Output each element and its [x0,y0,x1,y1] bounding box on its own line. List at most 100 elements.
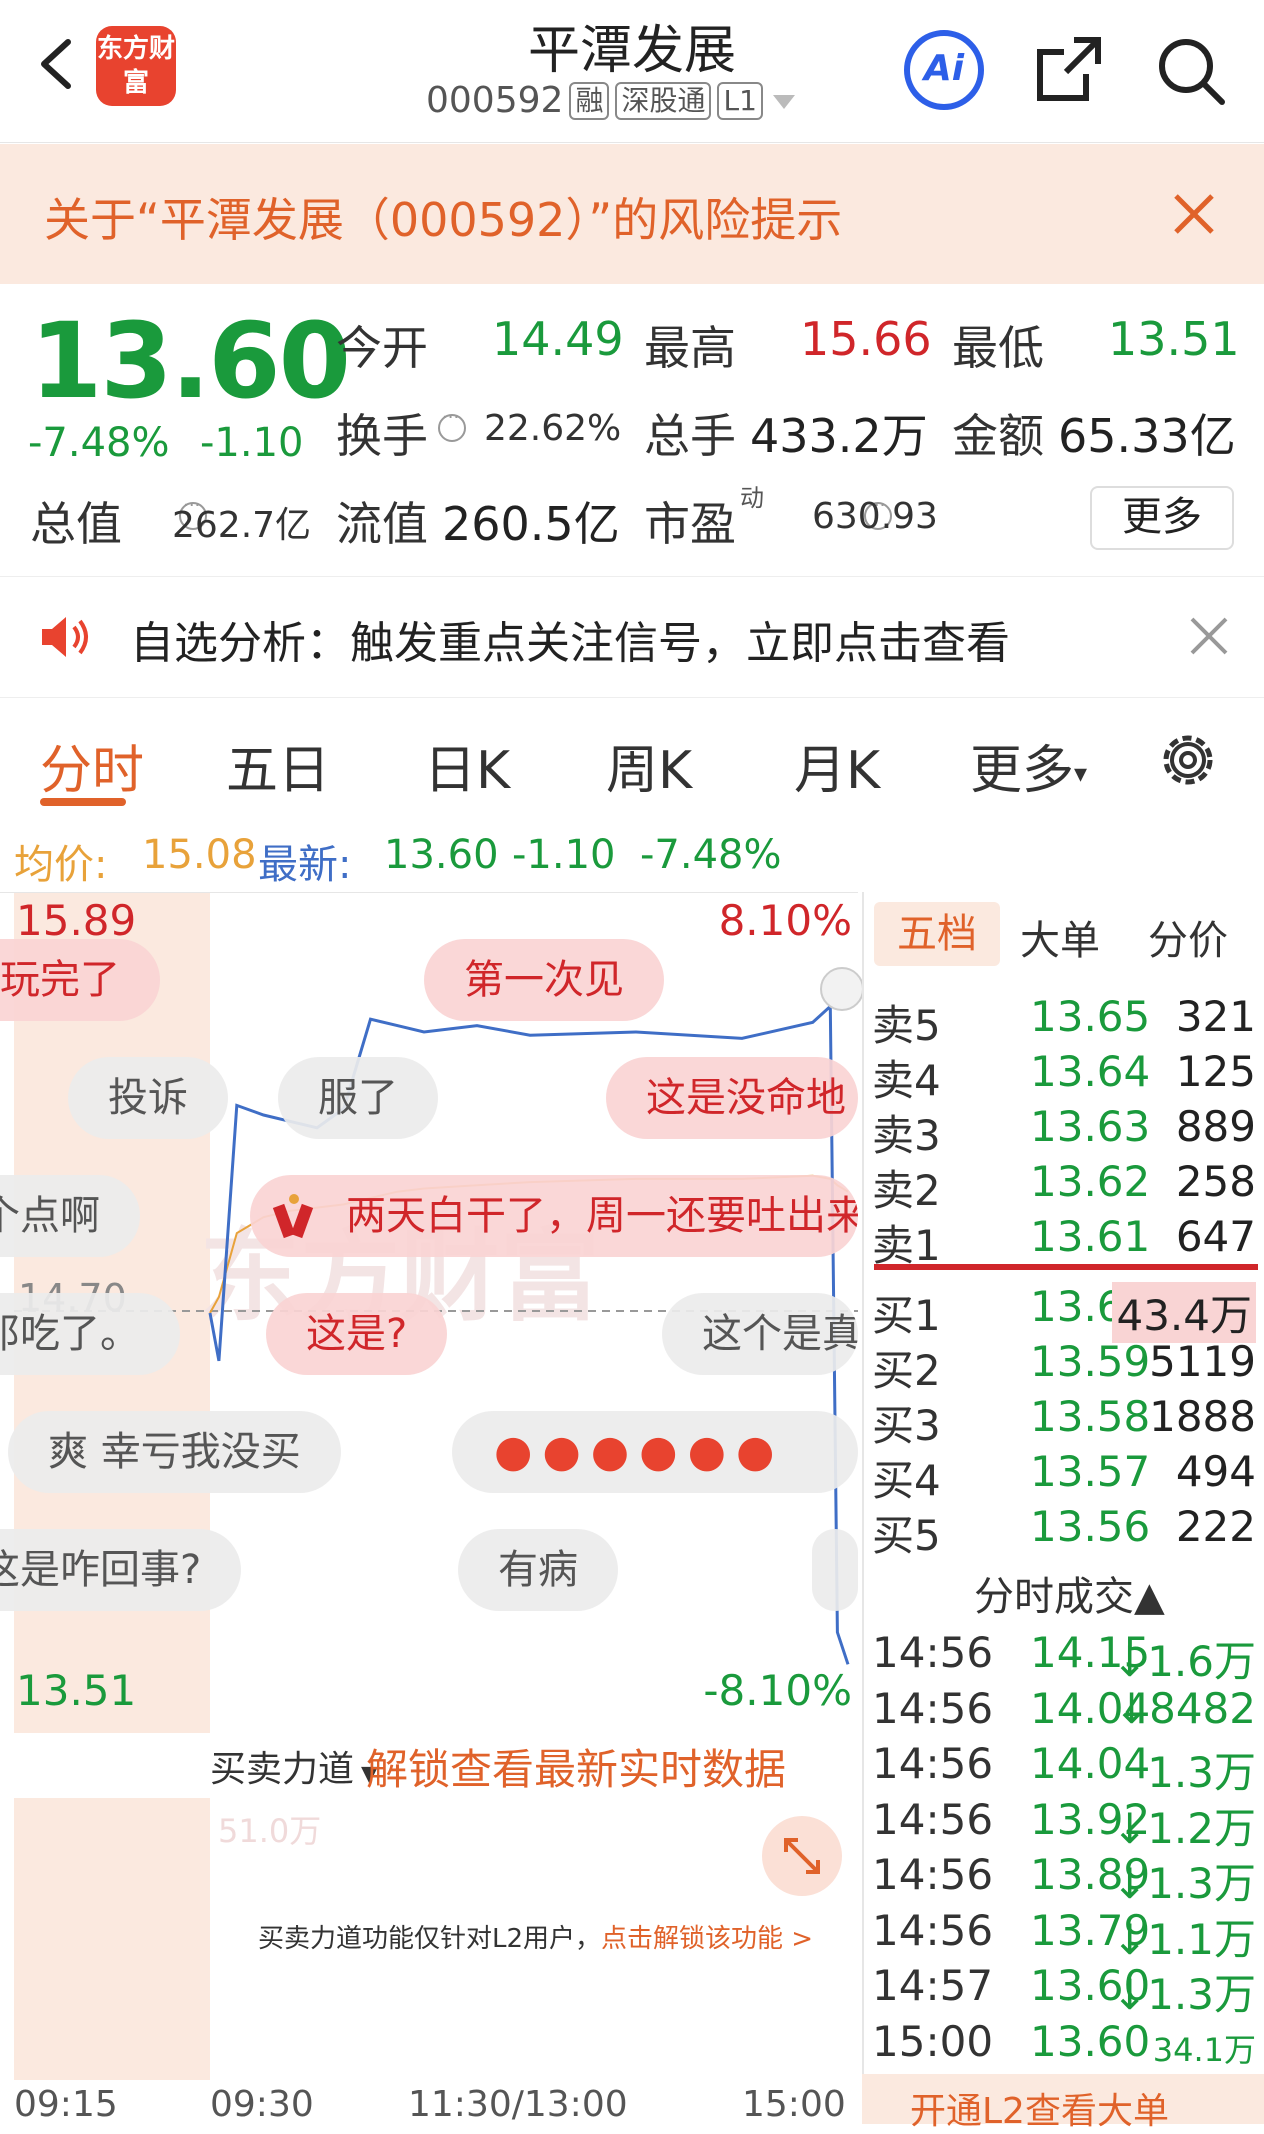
ask-row[interactable]: 卖5 13.65 321 [868,992,1264,1050]
danmaku-bubble[interactable]: 这是咋回事? [0,1529,242,1611]
gear-icon[interactable] [1156,728,1220,792]
danmaku-bubble[interactable]: 两天白干了，周一还要吐出来 [250,1175,858,1257]
danmaku-bubble[interactable]: 有病 [458,1529,618,1611]
bid-row[interactable]: 买4 13.57 494 [868,1447,1264,1505]
l2-upsell-text[interactable]: 开通L2查看大单 [910,2082,1169,2134]
ask-label: 卖5 [872,1001,941,1050]
change-percent: -7.48% [28,420,170,466]
more-quote-button[interactable]: 更多 [1090,486,1234,550]
book-tab-big-orders[interactable]: 大单 [1020,908,1100,966]
indicator-header: 买卖力道 ▼ 解锁查看最新实时数据 [0,1732,858,1796]
ai-assistant-button[interactable]: Ai [904,30,984,110]
float-cap-value: 260.5亿 [442,497,620,551]
tag-level: L1 [717,81,763,120]
chart-period-tabs: 分时 五日 日K 周K 月K 更多▾ [0,712,1264,822]
danmaku-bubble[interactable]: 服了 [278,1057,438,1139]
stock-code-row[interactable]: 000592 融 深股通 L1 [426,80,799,121]
danmaku-bubble[interactable]: 这是? [266,1293,448,1375]
tick-time: 14:56 [872,1850,994,1899]
y-axis-bottom: 13.51 [16,1666,136,1715]
danmaku-bubble-partial[interactable] [812,1529,858,1611]
ask-price: 13.63 [1030,1102,1151,1151]
search-icon[interactable] [1150,30,1230,110]
analysis-text: 自选分析：触发重点关注信号，立即点击查看 [130,618,1010,669]
danmaku-bubble[interactable]: 第一次见 [424,939,664,1021]
tick-row: 14:56 13.79 ↓1.1万 [868,1906,1264,1964]
low-label: 最低 [952,321,1044,375]
indicator-select-label: 买卖力道 [210,1749,355,1790]
tab-weekly-k[interactable]: 周K [606,728,692,803]
ask-volume: 889 [1175,1102,1256,1151]
bid-row[interactable]: 买1 13.60 43.4万 [868,1282,1264,1343]
tick-volume: ↓1.3万 [1112,1970,1256,2019]
danmaku-bubble[interactable]: 投诉 [68,1057,228,1139]
ask-row[interactable]: 卖1 13.61 647 [868,1212,1264,1270]
ask-row[interactable]: 卖3 13.63 889 [868,1102,1264,1160]
risk-warning-banner[interactable]: 关于“平潭发展（000592）”的风险提示 [0,144,1264,284]
ask-volume: 321 [1175,992,1256,1041]
tick-time: 15:00 [872,2016,994,2066]
tab-more-label: 更多 [970,741,1075,801]
tab-intraday[interactable]: 分时 [40,728,144,803]
bid-volume: 222 [1175,1502,1256,1551]
ask-label: 卖2 [872,1166,941,1215]
turnover-label: 换手 [336,409,428,463]
risk-warning-text: 关于“平潭发展（000592）”的风险提示 [44,193,843,247]
time-tick: 09:30 [210,2084,314,2125]
danmaku-bubble[interactable]: 玩完了 [0,939,160,1021]
tick-time: 14:56 [872,1683,994,1733]
bid-label: 买1 [872,1291,941,1340]
share-icon[interactable] [1030,30,1110,110]
close-icon[interactable] [1164,184,1224,244]
bid-row[interactable]: 买2 13.59 5119 [868,1337,1264,1395]
pe-label: 市盈 [644,497,736,551]
bid-label: 买2 [872,1346,941,1395]
tick-volume: ↓1.3万 [1112,1859,1256,1908]
danmaku-bubble[interactable]: 个点啊 [0,1175,140,1257]
l2-unlock-link[interactable]: 点击解锁该功能 > [601,1924,813,1954]
tab-five-day[interactable]: 五日 [226,728,330,803]
danmaku-bubble[interactable]: 爽 幸亏我没买 [8,1411,341,1493]
tab-monthly-k[interactable]: 月K [794,728,880,803]
danmaku-emoji-bubble[interactable]: ●●●●●● [452,1411,858,1493]
book-tab-price-dist[interactable]: 分价 [1148,908,1228,966]
open-label: 今开 [336,321,428,375]
bid-volume: 1888 [1149,1392,1256,1441]
danmaku-bubble[interactable]: 邓吃了。 [0,1293,180,1375]
tick-volume: 34.1万 [1152,2030,1256,2069]
avatar-icon [820,967,864,1011]
book-tab-five-levels[interactable]: 五档 [874,902,1000,966]
bid-label: 买3 [872,1401,941,1450]
tag-connect: 深股通 [615,81,712,120]
ask-row[interactable]: 卖2 13.62 258 [868,1157,1264,1215]
expand-icon[interactable] [762,1816,842,1896]
latest-change: -1.10 [512,832,616,878]
latest-value: 13.60 [384,832,499,878]
indicator-select[interactable]: 买卖力道 ▼ [210,1740,378,1792]
tab-daily-k[interactable]: 日K [424,728,510,803]
latest-label: 最新: [258,842,352,888]
info-icon[interactable] [438,407,466,442]
tab-more[interactable]: 更多▾ [970,728,1087,803]
amount-label: 金额 [952,409,1044,463]
current-price: 13.60 [30,300,351,422]
pe-dynamic-sup: 动 [740,484,764,512]
unlock-data-link[interactable]: 解锁查看最新实时数据 [366,1736,786,1797]
bid-price: 13.57 [1030,1447,1151,1496]
ask-row[interactable]: 卖4 13.64 125 [868,1047,1264,1105]
bid-row[interactable]: 买5 13.56 222 [868,1502,1264,1560]
tick-row: 14:56 13.92 ↓1.2万 [868,1795,1264,1853]
ask-volume: 647 [1175,1212,1256,1261]
stock-code: 000592 [426,80,564,121]
danmaku-bubble[interactable]: 这是没命地 [606,1057,858,1139]
l2-notice-text: 买卖力道功能仅针对L2用户， [258,1924,602,1954]
intraday-chart[interactable]: 东方财富 14.70 15.89 13.51 8.10% -8.10% 玩完了 … [0,892,864,1733]
danmaku-bubble[interactable]: 这个是真 [662,1293,858,1375]
ticks-title[interactable]: 分时成交▲ [974,1564,1165,1622]
ask-volume: 258 [1175,1157,1256,1206]
analysis-banner[interactable]: 自选分析：触发重点关注信号，立即点击查看 [0,576,1264,698]
float-cap-label: 流值 [336,497,428,551]
bid-row[interactable]: 买3 13.58 1888 [868,1392,1264,1450]
close-icon[interactable] [1182,609,1236,663]
bid-volume: 494 [1175,1447,1256,1496]
